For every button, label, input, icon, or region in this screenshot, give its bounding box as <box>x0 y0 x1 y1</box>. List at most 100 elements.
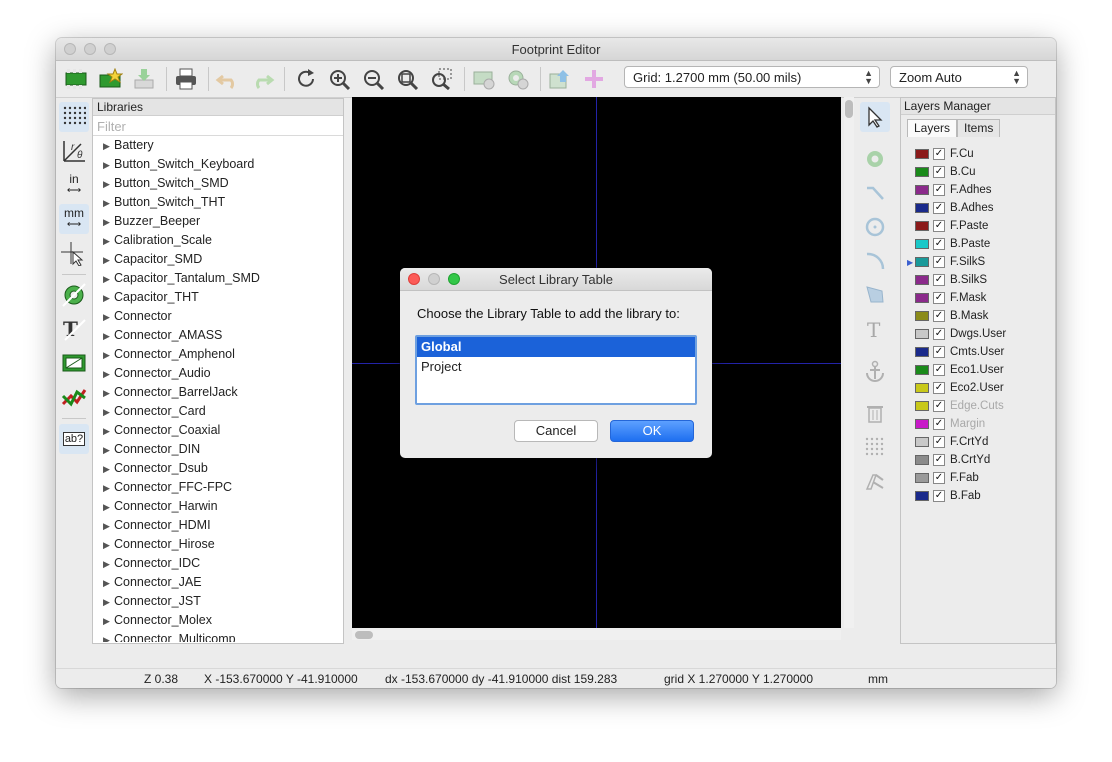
add-text-icon[interactable]: T <box>860 314 890 344</box>
pad-settings-icon[interactable] <box>504 65 532 93</box>
expand-triangle-icon[interactable]: ▶ <box>103 536 111 555</box>
expand-triangle-icon[interactable]: ▶ <box>103 194 111 213</box>
check-footprint-icon[interactable] <box>580 65 608 93</box>
layer-color-swatch[interactable] <box>915 455 929 465</box>
expand-triangle-icon[interactable]: ▶ <box>103 232 111 251</box>
library-item[interactable]: ▶ Connector_DIN <box>93 440 343 459</box>
layer-visibility-checkbox[interactable]: ✓ <box>933 166 945 178</box>
expand-triangle-icon[interactable]: ▶ <box>103 156 111 175</box>
library-item[interactable]: ▶ Buzzer_Beeper <box>93 212 343 231</box>
layer-visibility-checkbox[interactable]: ✓ <box>933 274 945 286</box>
measure-tool-icon[interactable] <box>860 466 890 496</box>
edges-sketch-icon[interactable] <box>59 348 89 378</box>
ok-button[interactable]: OK <box>610 420 694 442</box>
library-item[interactable]: ▶ Capacitor_SMD <box>93 250 343 269</box>
layer-color-swatch[interactable] <box>915 185 929 195</box>
zoom-fit-icon[interactable] <box>394 65 422 93</box>
layer-visibility-checkbox[interactable]: ✓ <box>933 490 945 502</box>
expand-triangle-icon[interactable]: ▶ <box>103 289 111 308</box>
zoom-in-icon[interactable] <box>326 65 354 93</box>
layer-row[interactable]: ✓ Cmts.User <box>915 343 1004 361</box>
grid-origin-icon[interactable] <box>860 432 890 462</box>
expand-triangle-icon[interactable]: ▶ <box>103 498 111 517</box>
expand-triangle-icon[interactable]: ▶ <box>103 574 111 593</box>
layer-row[interactable]: ✓ B.SilkS <box>915 271 987 289</box>
layer-visibility-checkbox[interactable]: ✓ <box>933 364 945 376</box>
layer-row[interactable]: ✓ B.Fab <box>915 487 981 505</box>
library-item[interactable]: ▶ Connector_FFC-FPC <box>93 478 343 497</box>
layer-row[interactable]: ▶ ✓ F.SilkS <box>907 253 985 271</box>
horizontal-scroll-thumb[interactable] <box>355 631 373 639</box>
expand-triangle-icon[interactable]: ▶ <box>103 175 111 194</box>
layer-color-swatch[interactable] <box>915 437 929 447</box>
layer-row[interactable]: ✓ B.Adhes <box>915 199 993 217</box>
expand-triangle-icon[interactable]: ▶ <box>103 251 111 270</box>
library-item[interactable]: ▶ Connector_IDC <box>93 554 343 573</box>
library-item[interactable]: ▶ Calibration_Scale <box>93 231 343 250</box>
redraw-icon[interactable] <box>292 65 320 93</box>
library-item[interactable]: ▶ Button_Switch_THT <box>93 193 343 212</box>
cursor-shape-icon[interactable] <box>59 238 89 268</box>
library-item[interactable]: ▶ Connector_Molex <box>93 611 343 630</box>
library-item[interactable]: ▶ Connector_Amphenol <box>93 345 343 364</box>
add-line-icon[interactable] <box>860 178 890 208</box>
layer-visibility-checkbox[interactable]: ✓ <box>933 220 945 232</box>
anchor-icon[interactable] <box>860 356 890 386</box>
horizontal-scrollbar[interactable] <box>352 630 841 640</box>
layer-row[interactable]: ✓ B.Cu <box>915 163 976 181</box>
library-item[interactable]: ▶ Connector_Coaxial <box>93 421 343 440</box>
polar-coords-icon[interactable]: rθ <box>59 136 89 166</box>
units-inch-button[interactable]: in ⟷ <box>59 170 89 200</box>
add-polygon-icon[interactable] <box>860 280 890 310</box>
layer-color-swatch[interactable] <box>915 293 929 303</box>
layer-visibility-checkbox[interactable]: ✓ <box>933 400 945 412</box>
zoom-selection-icon[interactable] <box>428 65 456 93</box>
expand-triangle-icon[interactable]: ▶ <box>103 365 111 384</box>
layer-color-swatch[interactable] <box>915 383 929 393</box>
zoom-out-icon[interactable] <box>360 65 388 93</box>
layer-color-swatch[interactable] <box>915 311 929 321</box>
layer-visibility-checkbox[interactable]: ✓ <box>933 454 945 466</box>
layer-color-swatch[interactable] <box>915 257 929 267</box>
library-item[interactable]: ▶ Connector <box>93 307 343 326</box>
layer-row[interactable]: ✓ F.Adhes <box>915 181 992 199</box>
vertical-scroll-thumb[interactable] <box>845 100 853 118</box>
redo-icon[interactable] <box>248 65 276 93</box>
expand-triangle-icon[interactable]: ▶ <box>103 327 111 346</box>
library-item[interactable]: ▶ Connector_Audio <box>93 364 343 383</box>
new-footprint-icon[interactable] <box>62 65 90 93</box>
expand-triangle-icon[interactable]: ▶ <box>103 422 111 441</box>
library-item[interactable]: ▶ Connector_Harwin <box>93 497 343 516</box>
layer-color-swatch[interactable] <box>915 473 929 483</box>
layer-row[interactable]: ✓ F.Mask <box>915 289 986 307</box>
option-project[interactable]: Project <box>417 357 695 377</box>
expand-triangle-icon[interactable]: ▶ <box>103 612 111 631</box>
high-contrast-icon[interactable] <box>59 382 89 412</box>
expand-triangle-icon[interactable]: ▶ <box>103 346 111 365</box>
layer-visibility-checkbox[interactable]: ✓ <box>933 346 945 358</box>
layer-visibility-checkbox[interactable]: ✓ <box>933 382 945 394</box>
layer-row[interactable]: ✓ F.Cu <box>915 145 974 163</box>
library-item[interactable]: ▶ Capacitor_THT <box>93 288 343 307</box>
layer-visibility-checkbox[interactable]: ✓ <box>933 310 945 322</box>
expand-triangle-icon[interactable]: ▶ <box>103 460 111 479</box>
insert-footprint-icon[interactable] <box>546 65 574 93</box>
expand-triangle-icon[interactable]: ▶ <box>103 441 111 460</box>
layer-visibility-checkbox[interactable]: ✓ <box>933 238 945 250</box>
undo-icon[interactable] <box>214 65 242 93</box>
layer-visibility-checkbox[interactable]: ✓ <box>933 202 945 214</box>
grid-select[interactable]: Grid: 1.2700 mm (50.00 mils) ▲ ▼ <box>624 66 880 88</box>
layer-row[interactable]: ✓ Dwgs.User <box>915 325 1006 343</box>
print-icon[interactable] <box>172 65 200 93</box>
layer-visibility-checkbox[interactable]: ✓ <box>933 328 945 340</box>
layer-color-swatch[interactable] <box>915 149 929 159</box>
add-arc-icon[interactable] <box>860 246 890 276</box>
library-item[interactable]: ▶ Capacitor_Tantalum_SMD <box>93 269 343 288</box>
expand-triangle-icon[interactable]: ▶ <box>103 517 111 536</box>
library-item[interactable]: ▶ Connector_Hirose <box>93 535 343 554</box>
layer-color-swatch[interactable] <box>915 329 929 339</box>
layer-row[interactable]: ✓ Eco2.User <box>915 379 1004 397</box>
library-table-list[interactable]: Global Project <box>415 335 697 405</box>
layer-color-swatch[interactable] <box>915 167 929 177</box>
expand-triangle-icon[interactable]: ▶ <box>103 213 111 232</box>
